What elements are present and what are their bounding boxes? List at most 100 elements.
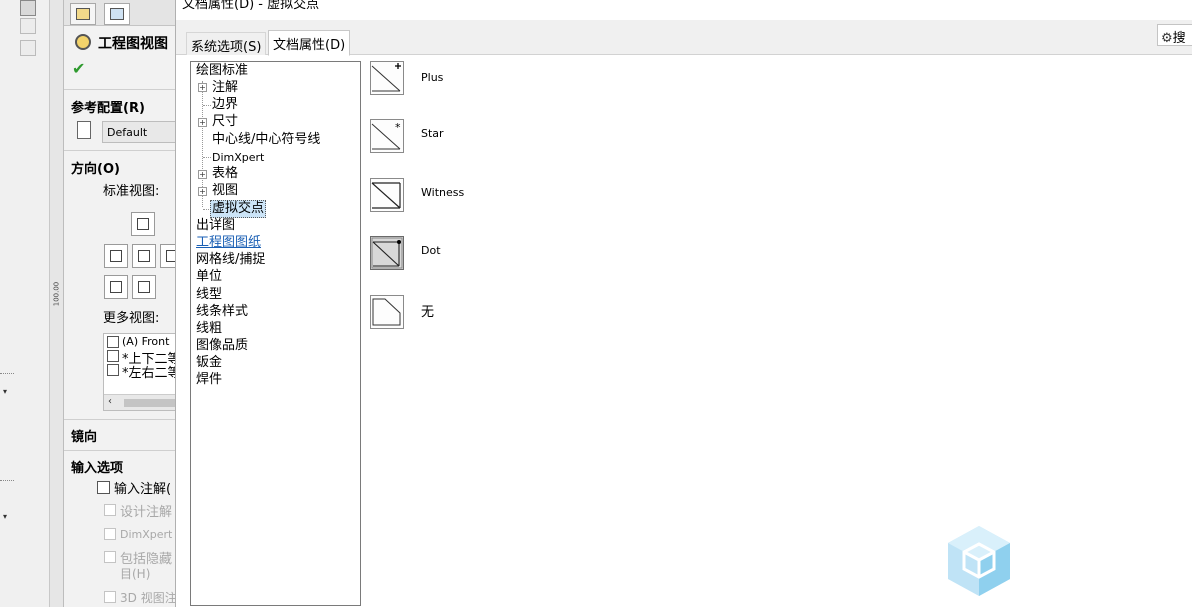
view-isometric-button[interactable] <box>104 275 128 299</box>
dimxpert-annotations-checkbox[interactable] <box>104 528 116 540</box>
view-named-button[interactable] <box>132 275 156 299</box>
named-view-icon <box>138 281 150 293</box>
ref-config-heading[interactable]: 参考配置(R) <box>71 97 145 116</box>
view-front-icon <box>110 250 122 262</box>
more-views-label: 更多视图: <box>103 311 160 326</box>
standard-views-label: 标准视图: <box>103 184 160 199</box>
tree-item-line-style[interactable]: 线条样式 <box>196 304 248 320</box>
tree-item-dimxpert[interactable]: DimXpert <box>212 150 264 166</box>
tree-item-views[interactable]: 视图 <box>212 183 238 199</box>
orientation-heading[interactable]: 方向(O) <box>71 158 120 177</box>
ok-check-icon[interactable]: ✔ <box>72 59 85 78</box>
chevron-down-icon[interactable]: ▾ <box>3 387 7 396</box>
chevron-down-icon[interactable]: ▾ <box>3 512 7 521</box>
disabled-tool-icon <box>20 40 36 56</box>
search-label: 搜 <box>1172 31 1186 46</box>
view-3d-checkbox[interactable] <box>104 591 116 603</box>
tree-item-virtual-sharps[interactable]: 虚拟交点 <box>210 200 267 218</box>
tree-item-weldments[interactable]: 焊件 <box>196 372 222 388</box>
view-checkbox[interactable] <box>107 336 119 348</box>
include-hidden-label-line2: 目(H) <box>120 567 151 581</box>
config-select[interactable]: Default <box>102 121 175 143</box>
left-toolbar-strip: ▾ ▾ <box>0 0 50 607</box>
isometric-cube-icon <box>110 281 122 293</box>
tree-item-units[interactable]: 单位 <box>196 269 222 285</box>
tree-connector <box>203 157 211 158</box>
tree-item-image-quality[interactable]: 图像品质 <box>196 338 248 354</box>
import-annotations-label: 输入注解( <box>114 482 172 497</box>
ruler-label: 100.00 <box>52 281 61 307</box>
virtual-sharp-plus-icon[interactable] <box>370 61 404 95</box>
tree-item-dimensions[interactable]: 尺寸 <box>212 114 238 130</box>
property-manager-panel: 工程图视图 ✔ 参考配置(R) Default 方向(O) 标准视图: 更多视图… <box>64 0 176 607</box>
expand-icon[interactable]: + <box>198 118 207 127</box>
expand-icon[interactable]: + <box>198 83 207 92</box>
svg-text:*: * <box>395 121 401 134</box>
configuration-tab[interactable] <box>104 3 130 25</box>
option-dot-label: Dot <box>421 244 441 257</box>
disabled-tool-icon <box>20 18 36 34</box>
tree-item-drawing-standard[interactable]: 绘图标准 <box>196 63 248 79</box>
expand-icon[interactable]: + <box>198 187 207 196</box>
view-left-button[interactable] <box>160 244 175 268</box>
tree-item-borders[interactable]: 边界 <box>212 97 238 113</box>
view-front-button[interactable] <box>104 244 128 268</box>
view-top-button[interactable] <box>131 212 155 236</box>
dialog-tab-strip: 系统选项(S) 文档属性(D) ⚙搜 <box>176 20 1192 56</box>
tree-item-drawing-sheets[interactable]: 工程图图纸 <box>196 235 261 251</box>
expand-icon[interactable]: + <box>198 170 207 179</box>
dimxpert-annotations-label: DimXpert 注 <box>120 528 175 541</box>
panel-tab-bar <box>64 0 175 26</box>
mirror-heading[interactable]: 镜向 <box>71 426 97 445</box>
tree-item-sheet-metal[interactable]: 钣金 <box>196 355 222 371</box>
drawing-view-icon <box>75 34 91 50</box>
tab-system-options[interactable]: 系统选项(S) <box>186 32 267 55</box>
options-tree: 绘图标准 + 注解 边界 + 尺寸 中心线/中心符号线 DimXpert + 表… <box>190 61 361 606</box>
dialog-title: 文档属性(D) - 虚拟交点 <box>182 0 320 12</box>
view-top-icon <box>137 218 149 230</box>
search-button[interactable]: ⚙搜 <box>1157 24 1192 46</box>
gear-icon: ⚙ <box>1161 31 1173 46</box>
divider <box>0 480 14 481</box>
tree-item-tables[interactable]: 表格 <box>212 166 238 182</box>
view-item-front: (A) Front <box>122 335 170 348</box>
design-annotations-label: 设计注解 <box>120 505 173 520</box>
view-right-icon <box>138 250 150 262</box>
view-right-button[interactable] <box>132 244 156 268</box>
horizontal-scrollbar[interactable]: ‹ <box>104 394 175 410</box>
include-hidden-checkbox[interactable] <box>104 551 116 563</box>
import-annotations-checkbox[interactable] <box>97 481 110 494</box>
tree-connector <box>203 105 211 106</box>
tree-item-detailing[interactable]: 出详图 <box>196 218 235 234</box>
tree-item-centerlines[interactable]: 中心线/中心符号线 <box>212 132 320 148</box>
tree-item-line-font[interactable]: 线型 <box>196 287 222 303</box>
tree-item-line-thickness[interactable]: 线粗 <box>196 321 222 337</box>
virtual-sharp-dot-icon[interactable] <box>370 236 404 270</box>
watermark-cube-logo <box>948 526 1010 596</box>
view-checkbox[interactable] <box>107 350 119 362</box>
virtual-sharp-witness-icon[interactable] <box>370 178 404 212</box>
option-plus-label: Plus <box>421 71 444 84</box>
view-left-icon <box>166 250 175 262</box>
import-options-heading[interactable]: 输入选项 <box>71 457 123 476</box>
option-none-label: 无 <box>421 305 435 320</box>
view-checkbox[interactable] <box>107 364 119 376</box>
tree-item-annotations[interactable]: 注解 <box>212 80 238 96</box>
divider <box>64 150 175 151</box>
option-star-label: Star <box>421 127 444 140</box>
virtual-sharp-star-icon[interactable]: * <box>370 119 404 153</box>
vertical-ruler: 100.00 <box>50 0 64 607</box>
property-manager-icon <box>76 8 90 20</box>
edit-icon[interactable] <box>20 0 36 16</box>
scroll-thumb[interactable] <box>124 399 175 407</box>
more-views-list[interactable]: (A) Front *上下二等 *左右二等 ‹ <box>103 333 175 411</box>
view-3d-label: 3D 视图注 <box>120 591 176 605</box>
property-manager-tab[interactable] <box>70 3 96 25</box>
design-annotations-checkbox[interactable] <box>104 504 116 516</box>
virtual-sharp-none-icon[interactable] <box>370 295 404 329</box>
divider <box>64 419 175 420</box>
scroll-left-icon[interactable]: ‹ <box>108 396 112 407</box>
tree-item-grid-snap[interactable]: 网格线/捕捉 <box>196 252 265 268</box>
divider <box>64 89 175 90</box>
tab-document-properties[interactable]: 文档属性(D) <box>268 30 351 56</box>
